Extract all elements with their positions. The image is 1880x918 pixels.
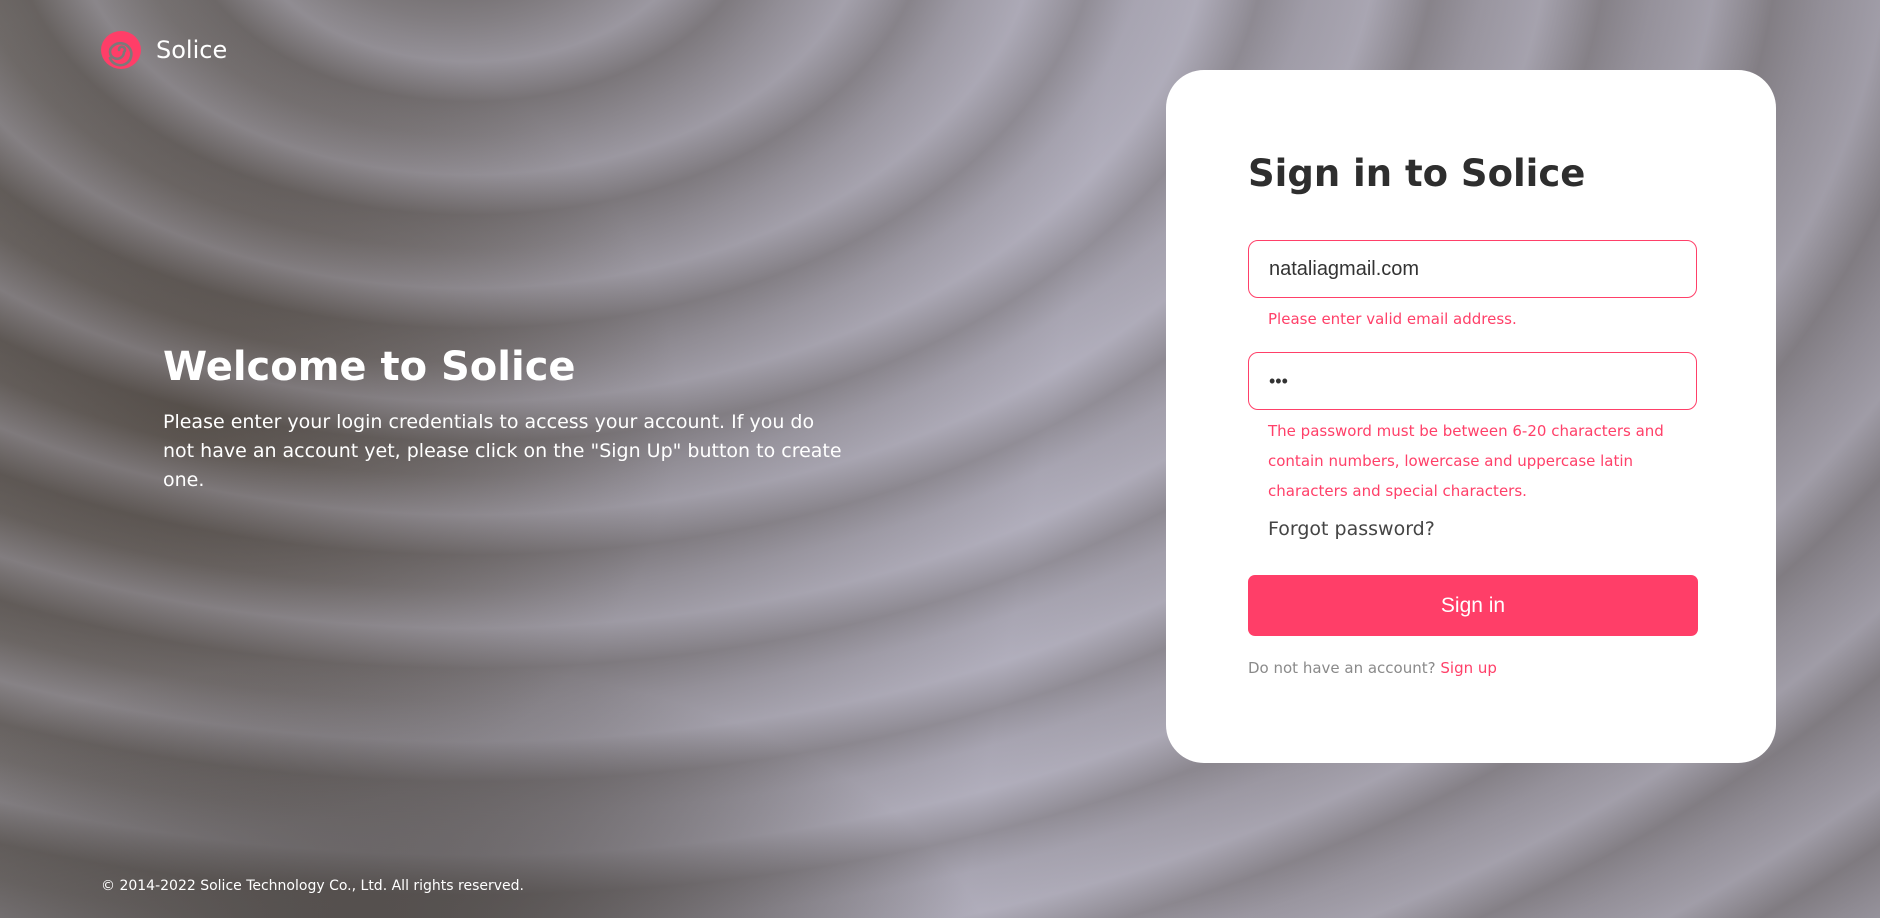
- sign-in-button[interactable]: Sign in: [1248, 575, 1698, 636]
- copyright: © 2014-2022 Solice Technology Co., Ltd. …: [101, 878, 525, 894]
- email-error: Please enter valid email address.: [1268, 310, 1517, 328]
- welcome-section: Welcome to Solice Please enter your logi…: [163, 344, 843, 495]
- spiral-logo-icon: [101, 31, 141, 69]
- sign-in-title: Sign in to Solice: [1248, 152, 1586, 195]
- sign-up-link[interactable]: Sign up: [1440, 659, 1497, 677]
- welcome-description: Please enter your login credentials to a…: [163, 411, 842, 491]
- password-input[interactable]: [1248, 352, 1697, 410]
- brand-name: Solice: [156, 36, 228, 64]
- sign-in-card: Sign in to Solice Please enter valid ema…: [1166, 70, 1776, 763]
- brand-logo[interactable]: Solice: [100, 30, 227, 70]
- forgot-password-link[interactable]: Forgot password?: [1268, 518, 1435, 540]
- password-error: The password must be between 6-20 charac…: [1268, 422, 1664, 500]
- signup-prompt: Do not have an account? Sign up: [1248, 659, 1497, 677]
- welcome-title: Welcome to Solice: [163, 344, 576, 390]
- email-input[interactable]: [1248, 240, 1697, 298]
- signup-prompt-text: Do not have an account?: [1248, 659, 1436, 677]
